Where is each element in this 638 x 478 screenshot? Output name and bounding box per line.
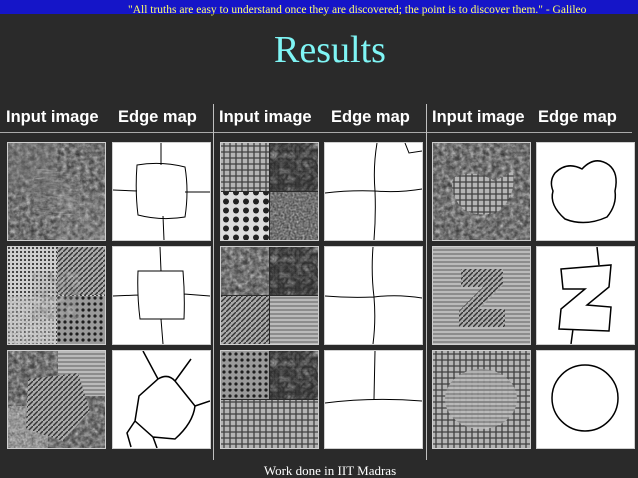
galileo-quote: "All truths are easy to understand once … <box>128 4 587 16</box>
input-image-1-1 <box>7 142 106 241</box>
edge-map-2-2 <box>324 246 423 345</box>
edge-map-2-3 <box>324 350 423 449</box>
input-image-2-1 <box>220 142 319 241</box>
input-image-2-3 <box>220 350 319 449</box>
header-edge-map-2: Edge map <box>331 108 410 126</box>
column-header-row: Input image Edge map Input image Edge ma… <box>0 105 632 133</box>
input-image-2-2 <box>220 246 319 345</box>
input-image-3-1 <box>432 142 531 241</box>
input-image-1-3 <box>7 350 106 449</box>
edge-map-3-3 <box>536 350 635 449</box>
slide-title: Results <box>274 29 386 71</box>
edge-map-3-1 <box>536 142 635 241</box>
header-input-image-1: Input image <box>6 108 99 126</box>
header-edge-map-3: Edge map <box>538 108 617 126</box>
column-divider-1 <box>213 104 214 460</box>
input-image-1-2 <box>7 246 106 345</box>
header-input-image-3: Input image <box>432 108 525 126</box>
footer-credit: Work done in IIT Madras <box>263 463 397 478</box>
edge-map-3-2 <box>536 246 635 345</box>
input-image-3-2 <box>432 246 531 345</box>
edge-map-1-1 <box>112 142 211 241</box>
edge-map-1-3 <box>112 350 211 449</box>
edge-map-1-2 <box>112 246 211 345</box>
column-divider-2 <box>426 104 427 460</box>
edge-map-2-1 <box>324 142 423 241</box>
header-input-image-2: Input image <box>219 108 312 126</box>
header-edge-map-1: Edge map <box>118 108 197 126</box>
input-image-3-3 <box>432 350 531 449</box>
